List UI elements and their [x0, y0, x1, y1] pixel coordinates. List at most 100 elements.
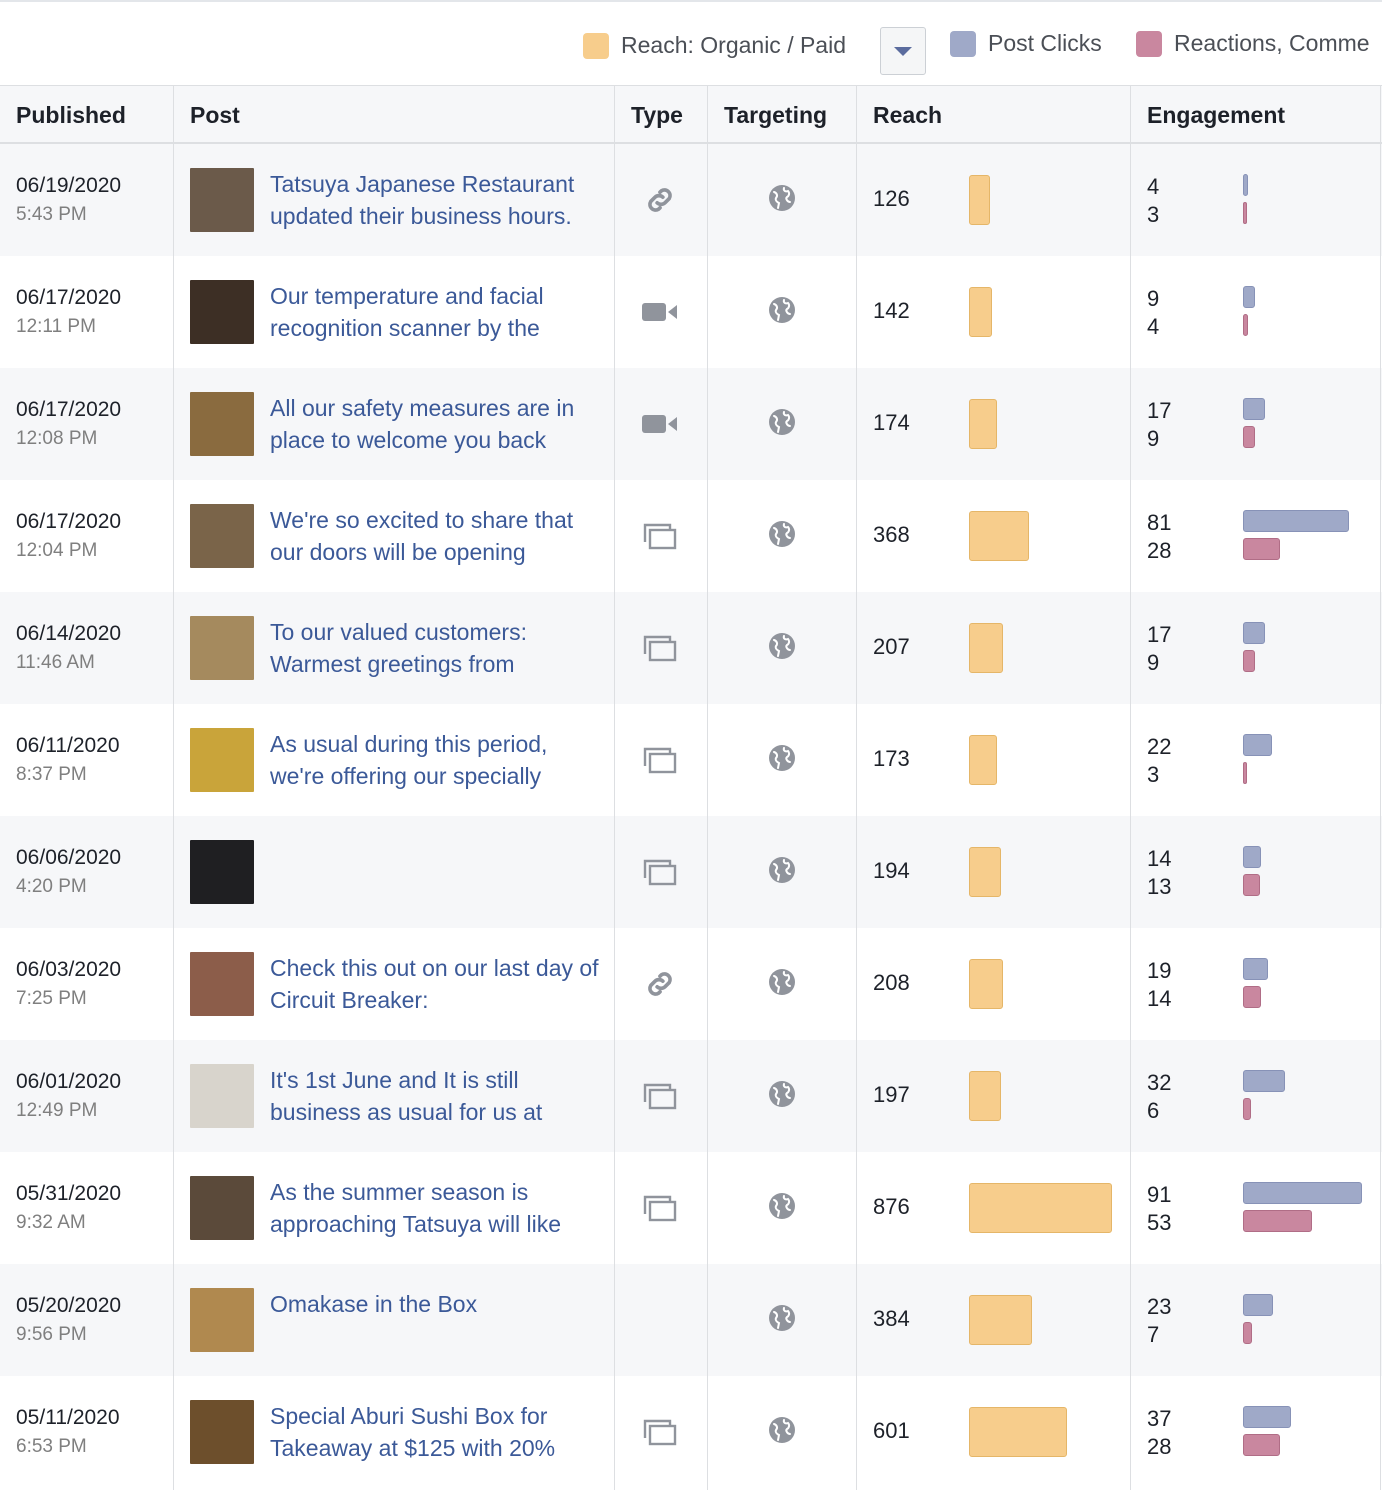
table-row[interactable]: 06/11/2020 8:37 PM As usual during this pe…	[0, 704, 1382, 816]
reactions-bar[interactable]	[1243, 426, 1255, 448]
reach-bar[interactable]	[969, 1407, 1067, 1457]
table-row[interactable]: 06/17/2020 12:08 PM All our safety measure…	[0, 368, 1382, 480]
reactions-bar[interactable]	[1243, 538, 1280, 560]
post-link[interactable]: Check this out on our last day of Circui…	[270, 952, 600, 1016]
post-link[interactable]: We're so excited to share that our doors…	[270, 504, 600, 568]
video-icon	[638, 292, 682, 332]
column-reach[interactable]: Reach	[856, 86, 1130, 144]
reach-value: 173	[873, 746, 910, 771]
column-divider	[614, 86, 615, 1490]
post-link[interactable]: Special Aburi Sushi Box for Takeaway at …	[270, 1400, 600, 1464]
post-clicks-value: 4	[1147, 174, 1160, 199]
post-link[interactable]: Omakase in the Box	[270, 1288, 600, 1320]
reactions-bar[interactable]	[1243, 1098, 1251, 1120]
reach-bar[interactable]	[969, 511, 1029, 561]
reactions-bar[interactable]	[1243, 1210, 1312, 1232]
table-row[interactable]: 06/14/2020 11:46 AM To our valued customer…	[0, 592, 1382, 704]
post-link[interactable]: To our valued customers: Warmest greetin…	[270, 616, 600, 680]
table-row[interactable]: 06/01/2020 12:49 PM It's 1st June and It i…	[0, 1040, 1382, 1152]
post-clicks-bar[interactable]	[1243, 1182, 1362, 1204]
column-type[interactable]: Type	[614, 86, 707, 144]
post-thumbnail[interactable]	[190, 728, 254, 792]
reach-bar[interactable]	[969, 399, 997, 449]
post-clicks-bar[interactable]	[1243, 622, 1265, 644]
reach-bar[interactable]	[969, 1071, 1001, 1121]
column-post[interactable]: Post	[173, 86, 614, 144]
column-engagement[interactable]: Engagement	[1130, 86, 1382, 144]
post-link[interactable]: As the summer season is approaching Tats…	[270, 1176, 600, 1240]
reactions-bar[interactable]	[1243, 762, 1247, 784]
reach-bar[interactable]	[969, 735, 997, 785]
table-row[interactable]: 06/17/2020 12:11 PM Our temperature and fa…	[0, 256, 1382, 368]
reactions-bar[interactable]	[1243, 1322, 1252, 1344]
published-date: 06/17/2020	[16, 510, 122, 533]
table-row[interactable]: 06/06/2020 4:20 PM 194 14 13	[0, 816, 1382, 928]
reactions-bar[interactable]	[1243, 874, 1260, 896]
post-thumbnail[interactable]	[190, 952, 254, 1016]
post-thumbnail[interactable]	[190, 280, 254, 344]
reactions-value: 3	[1147, 762, 1160, 787]
legend-clicks-label: Post Clicks	[988, 30, 1102, 56]
column-targeting[interactable]: Targeting	[707, 86, 856, 144]
post-link[interactable]: Tatsuya Japanese Restaurant updated thei…	[270, 168, 600, 232]
post-clicks-bar[interactable]	[1243, 1406, 1291, 1428]
reach-bar[interactable]	[969, 623, 1003, 673]
reach-bar[interactable]	[969, 175, 990, 225]
table-row[interactable]: 05/20/2020 9:56 PM Omakase in the Box 384 23…	[0, 1264, 1382, 1376]
table-row[interactable]: 06/17/2020 12:04 PM We're so excited to sh…	[0, 480, 1382, 592]
post-thumbnail[interactable]	[190, 1176, 254, 1240]
post-clicks-bar[interactable]	[1243, 1294, 1273, 1316]
published-time: 12:11 PM	[16, 316, 96, 337]
post-clicks-bar[interactable]	[1243, 398, 1265, 420]
post-clicks-bar[interactable]	[1243, 734, 1272, 756]
column-published[interactable]: Published	[0, 86, 173, 144]
post-link[interactable]: Our temperature and facial recognition s…	[270, 280, 600, 344]
reach-value: 174	[873, 410, 910, 435]
published-time: 7:25 PM	[16, 988, 87, 1009]
published-date: 05/11/2020	[16, 1406, 120, 1429]
link-icon	[638, 180, 682, 220]
post-clicks-bar[interactable]	[1243, 510, 1349, 532]
post-clicks-bar[interactable]	[1243, 286, 1255, 308]
reach-bar[interactable]	[969, 287, 992, 337]
post-clicks-bar[interactable]	[1243, 958, 1268, 980]
post-clicks-bar[interactable]	[1243, 846, 1261, 868]
post-thumbnail[interactable]	[190, 168, 254, 232]
post-clicks-value: 23	[1147, 1294, 1172, 1319]
table-row[interactable]: 05/11/2020 6:53 PM Special Aburi Sushi Box…	[0, 1376, 1382, 1488]
post-thumbnail[interactable]	[190, 1064, 254, 1128]
reach-bar[interactable]	[969, 1295, 1032, 1345]
reach-dropdown-button[interactable]	[880, 27, 926, 75]
post-link[interactable]: All our safety measures are in place to …	[270, 392, 600, 456]
post-thumbnail[interactable]	[190, 1288, 254, 1352]
globe-icon	[768, 856, 796, 884]
reactions-bar[interactable]	[1243, 986, 1261, 1008]
published-date: 06/11/2020	[16, 734, 120, 757]
post-clicks-bar[interactable]	[1243, 1070, 1285, 1092]
reach-bar[interactable]	[969, 959, 1003, 1009]
reach-bar[interactable]	[969, 1183, 1112, 1233]
reactions-bar[interactable]	[1243, 650, 1255, 672]
globe-icon	[768, 408, 796, 436]
table-row[interactable]: 06/03/2020 7:25 PM Check this out on our l…	[0, 928, 1382, 1040]
reactions-bar[interactable]	[1243, 1434, 1280, 1456]
published-date: 06/14/2020	[16, 622, 122, 645]
reach-value: 601	[873, 1418, 910, 1443]
table-row[interactable]: 06/19/2020 5:43 PM Tatsuya Japanese Restau…	[0, 144, 1382, 256]
reach-value: 368	[873, 522, 910, 547]
post-thumbnail[interactable]	[190, 1400, 254, 1464]
reactions-bar[interactable]	[1243, 314, 1248, 336]
post-link[interactable]: It's 1st June and It is still business a…	[270, 1064, 600, 1128]
post-thumbnail[interactable]	[190, 504, 254, 568]
post-thumbnail[interactable]	[190, 840, 254, 904]
reach-bar[interactable]	[969, 847, 1001, 897]
post-thumbnail[interactable]	[190, 392, 254, 456]
post-link[interactable]: As usual during this period, we're offer…	[270, 728, 600, 792]
legend-reactions-label: Reactions, Comme	[1174, 30, 1370, 56]
published-date: 05/31/2020	[16, 1182, 122, 1205]
post-clicks-value: 14	[1147, 846, 1172, 871]
reactions-bar[interactable]	[1243, 202, 1247, 224]
table-row[interactable]: 05/31/2020 9:32 AM As the summer season is…	[0, 1152, 1382, 1264]
post-thumbnail[interactable]	[190, 616, 254, 680]
post-clicks-bar[interactable]	[1243, 174, 1248, 196]
